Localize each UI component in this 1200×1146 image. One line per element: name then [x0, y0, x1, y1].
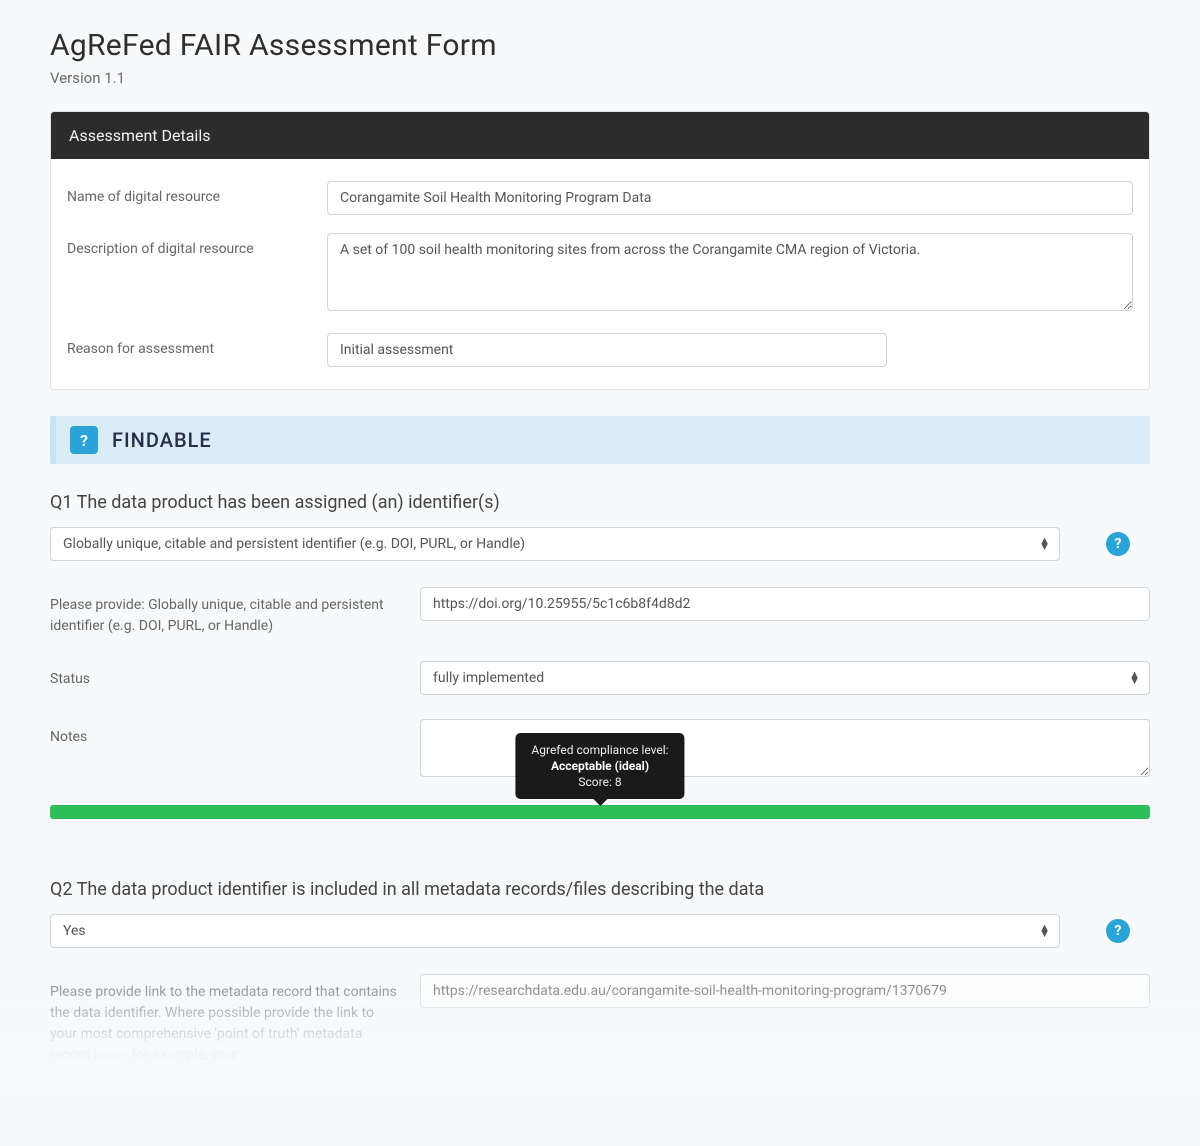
description-label: Description of digital resource [67, 233, 327, 257]
findable-title: FINDABLE [112, 428, 212, 452]
assessment-details-card: Assessment Details Name of digital resou… [50, 111, 1150, 390]
description-textarea[interactable]: A set of 100 soil health monitoring site… [327, 233, 1133, 311]
tooltip-line2: Acceptable (ideal) [531, 759, 668, 773]
q2-provide-input[interactable] [420, 974, 1150, 1008]
q1-provide-label: Please provide: Globally unique, citable… [50, 587, 400, 637]
q1-help-icon[interactable]: ? [1106, 532, 1130, 556]
q2-provide-label: Please provide link to the metadata reco… [50, 974, 400, 1066]
q2-help-icon[interactable]: ? [1106, 919, 1130, 943]
findable-banner: ? FINDABLE [50, 416, 1150, 464]
help-icon[interactable]: ? [70, 426, 98, 454]
assessment-details-header: Assessment Details [51, 112, 1149, 159]
q2-select[interactable]: Yes [50, 914, 1060, 948]
q1-progress-wrap: Agrefed compliance level: Acceptable (id… [50, 805, 1150, 819]
q1-question: Q1 The data product has been assigned (a… [50, 492, 1150, 513]
tooltip-line1: Agrefed compliance level: [531, 743, 668, 757]
compliance-tooltip: Agrefed compliance level: Acceptable (id… [515, 733, 684, 799]
q1-notes-label: Notes [50, 719, 400, 748]
tooltip-line3: Score: 8 [531, 775, 668, 789]
assessment-details-body: Name of digital resource Description of … [51, 159, 1149, 389]
q1-identifier-select[interactable]: Globally unique, citable and persistent … [50, 527, 1060, 561]
page-title: AgReFed FAIR Assessment Form [50, 28, 1150, 63]
reason-label: Reason for assessment [67, 333, 327, 357]
q1-provide-input[interactable] [420, 587, 1150, 621]
name-label: Name of digital resource [67, 181, 327, 205]
name-input[interactable] [327, 181, 1133, 215]
reason-input[interactable] [327, 333, 887, 367]
q1-status-select[interactable]: fully implemented [420, 661, 1150, 695]
q1-status-label: Status [50, 661, 400, 690]
version-label: Version 1.1 [50, 69, 1150, 87]
q2-question: Q2 The data product identifier is includ… [50, 879, 1150, 900]
